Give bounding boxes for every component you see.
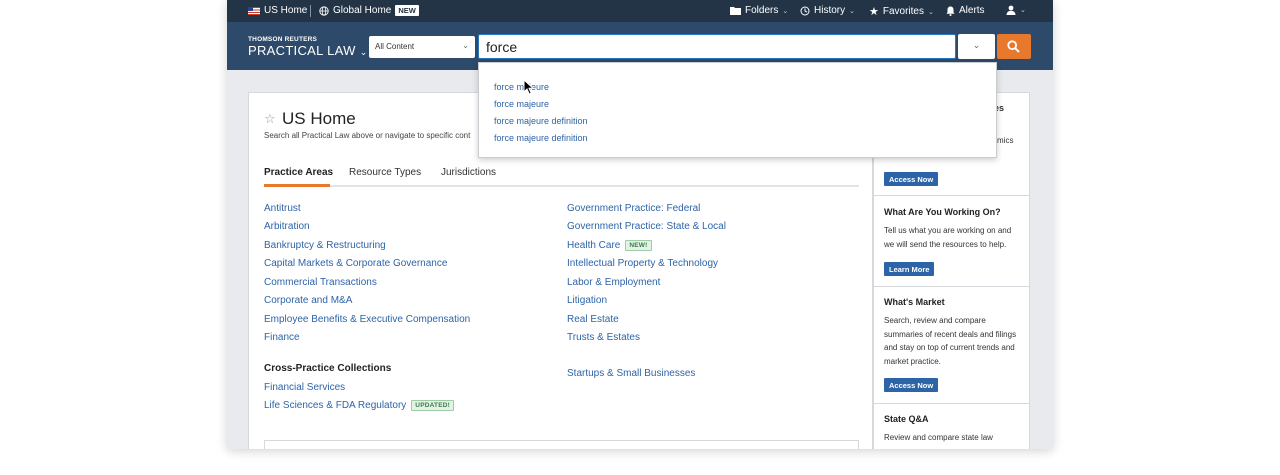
practice-area-link[interactable]: Capital Markets & Corporate Governance (264, 255, 470, 274)
chevron-down-icon: ⌄ (359, 47, 368, 57)
tab-practice-areas[interactable]: Practice Areas (264, 167, 333, 178)
mouse-cursor-icon (523, 79, 534, 95)
global-home-link[interactable]: Global Home NEW (319, 5, 419, 16)
user-menu[interactable]: ⌄ (1006, 5, 1026, 15)
autocomplete-suggestion[interactable]: force majeure definition (494, 133, 588, 143)
top-bar: US Home Global Home NEW Folders ⌄ Histor… (227, 0, 1053, 22)
chevron-down-icon: ⌄ (972, 40, 981, 50)
cross-practice-heading: Cross-Practice Collections (264, 363, 392, 374)
practice-area-link[interactable]: Corporate and M&A (264, 292, 470, 311)
page-title: US Home (282, 109, 356, 128)
chevron-down-icon: ⌄ (849, 7, 855, 15)
us-home-link[interactable]: US Home (248, 5, 307, 16)
practice-area-link[interactable]: Intellectual Property & Technology (567, 255, 726, 274)
chevron-down-icon: ⌄ (928, 8, 934, 16)
content-scope-select[interactable]: All Content ⌄ (369, 36, 475, 58)
cross-practice-links: Financial Services Life Sciences & FDA R… (264, 378, 454, 415)
favorites-menu[interactable]: ★ Favorites ⌄ (869, 5, 934, 18)
practice-areas-left: Antitrust Arbitration Bankruptcy & Restr… (264, 199, 470, 347)
section-text: Tell us what you are working on and we w… (884, 226, 1012, 249)
practice-area-link[interactable]: Labor & Employment (567, 273, 726, 292)
divider (310, 5, 311, 17)
autocomplete-suggestion[interactable]: force majeure (494, 99, 549, 109)
sidebar-section-whats-market: What's Market Search, review and compare… (874, 287, 1029, 404)
new-badge: NEW (395, 5, 419, 16)
globe-icon (319, 5, 329, 16)
history-icon (800, 6, 810, 15)
active-tab-indicator (264, 184, 330, 187)
chevron-down-icon: ⌄ (1020, 7, 1026, 14)
search-button[interactable] (997, 34, 1031, 59)
sidebar-section-state-qa: State Q&A Review and compare state law (874, 404, 1029, 449)
autocomplete-suggestion[interactable]: force majeure definition (494, 116, 588, 126)
us-flag-icon (248, 6, 260, 15)
bell-icon (946, 6, 955, 16)
chevron-down-icon: ⌄ (782, 7, 789, 15)
folder-icon (730, 7, 741, 15)
learn-more-button[interactable]: Learn More (884, 262, 935, 276)
section-heading: State Q&A (884, 414, 929, 424)
section-heading: What's Market (884, 297, 945, 307)
practice-area-link[interactable]: Commercial Transactions (264, 273, 470, 292)
practice-area-link[interactable]: Antitrust (264, 199, 470, 218)
practice-area-link[interactable]: Real Estate (567, 310, 726, 329)
alerts-link[interactable]: Alerts (946, 5, 985, 16)
star-icon: ★ (869, 6, 879, 18)
user-icon (1006, 5, 1016, 15)
chevron-down-icon: ⌄ (462, 41, 469, 50)
practice-area-link[interactable]: Arbitration (264, 218, 470, 237)
startups-links: Startups & Small Businesses (567, 364, 695, 383)
tab-jurisdictions[interactable]: Jurisdictions (441, 167, 496, 178)
practice-area-link[interactable]: Government Practice: Federal (567, 199, 726, 218)
autocomplete-dropdown: force majeure force majeure force majeur… (478, 62, 997, 158)
featured-content-box (264, 440, 859, 449)
practice-area-link[interactable]: Employee Benefits & Executive Compensati… (264, 310, 470, 329)
favorite-star-icon[interactable]: ☆ (264, 111, 276, 127)
section-text-fragment: mics (997, 136, 1014, 145)
section-text: Review and compare state law (884, 433, 993, 442)
tab-resource-types[interactable]: Resource Types (349, 167, 421, 178)
history-menu[interactable]: History ⌄ (800, 5, 855, 16)
collection-link-life-sciences[interactable]: Life Sciences & FDA Regulatory UPDATED! (264, 397, 454, 416)
practice-area-link[interactable]: Government Practice: State & Local (567, 218, 726, 237)
tab-bar: Practice Areas Resource Types Jurisdicti… (264, 165, 859, 187)
practice-area-link[interactable]: Litigation (567, 292, 726, 311)
brand-logo[interactable]: PRACTICAL LAW ⌄ (248, 43, 368, 58)
access-now-button[interactable]: Access Now (884, 172, 939, 186)
new-badge: NEW! (625, 239, 652, 251)
search-icon (1007, 40, 1020, 53)
sidebar-section-working-on: What Are You Working On? Tell us what yo… (874, 196, 1029, 287)
brand-company: THOMSON REUTERS (248, 36, 318, 43)
search-input[interactable]: force (478, 34, 956, 59)
updated-badge: UPDATED! (411, 400, 454, 412)
practice-area-link[interactable]: Finance (264, 329, 470, 348)
collection-link-startups[interactable]: Startups & Small Businesses (567, 364, 695, 383)
practice-area-link-health-care[interactable]: Health Care NEW! (567, 236, 726, 255)
access-now-button[interactable]: Access Now (884, 378, 939, 392)
section-text: Search, review and compare summaries of … (884, 316, 1017, 366)
practice-areas-right: Government Practice: Federal Government … (567, 199, 726, 347)
folders-menu[interactable]: Folders ⌄ (730, 5, 788, 16)
search-options-dropdown[interactable]: ⌄ (958, 34, 995, 59)
autocomplete-suggestion[interactable]: force majeure (494, 82, 549, 92)
app-window: US Home Global Home NEW Folders ⌄ Histor… (227, 0, 1053, 449)
practice-area-link[interactable]: Trusts & Estates (567, 329, 726, 348)
section-heading: What Are You Working On? (884, 207, 1001, 217)
practice-area-link[interactable]: Bankruptcy & Restructuring (264, 236, 470, 255)
page-subtitle: Search all Practical Law above or naviga… (264, 131, 471, 140)
collection-link[interactable]: Financial Services (264, 378, 454, 397)
